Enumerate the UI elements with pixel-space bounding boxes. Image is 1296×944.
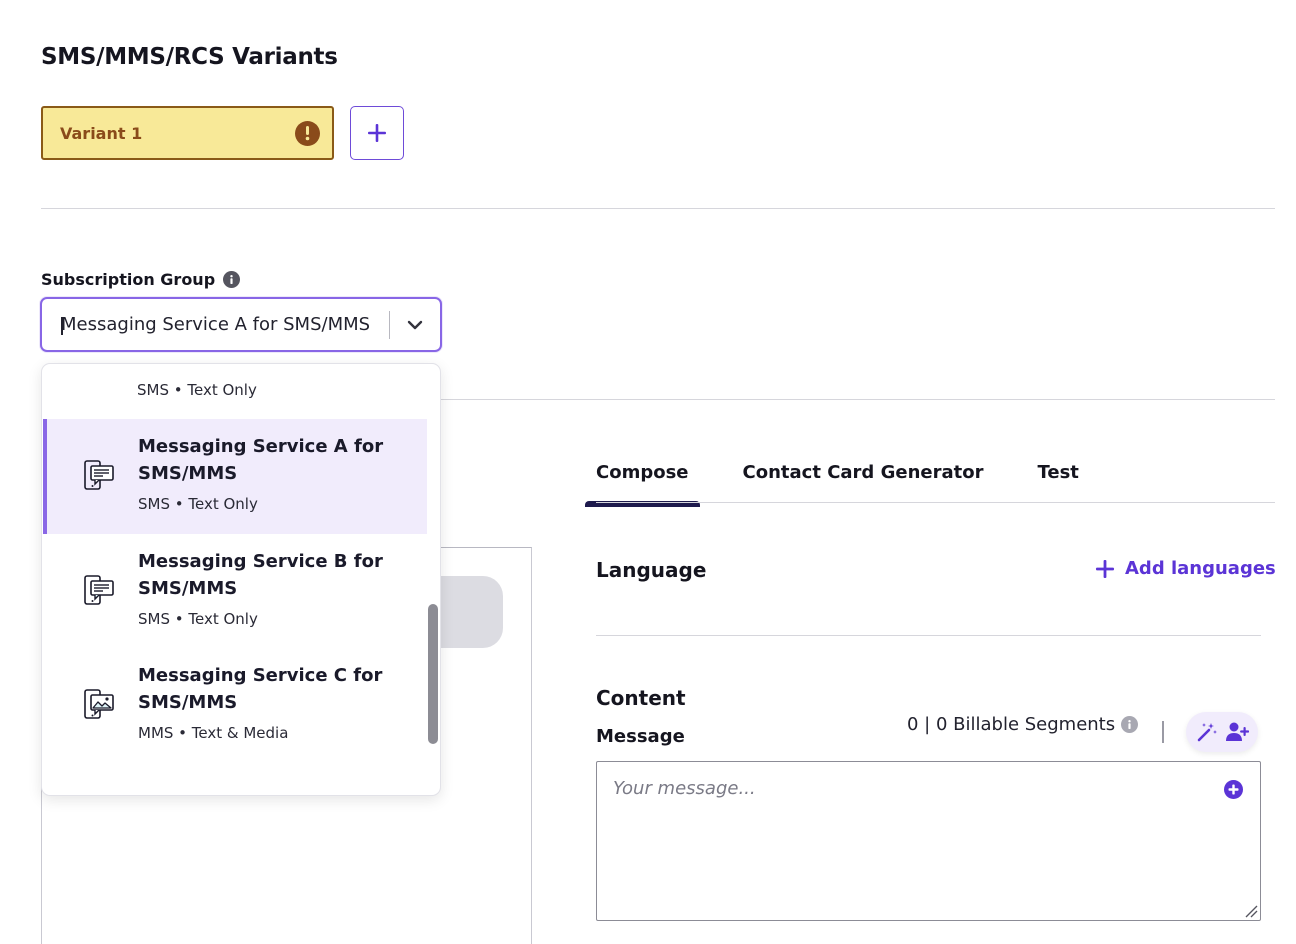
section-divider-2 (441, 399, 1275, 400)
insert-plus-icon[interactable] (1224, 780, 1243, 799)
message-editor (596, 761, 1261, 921)
subscription-group-dropdown: SMS • Text Only Messaging Service A for … (41, 363, 441, 796)
text-caret (61, 317, 63, 335)
message-label: Message (596, 726, 685, 747)
tab-contact-card-generator[interactable]: Contact Card Generator (743, 462, 984, 507)
magic-wand-icon[interactable] (1196, 721, 1218, 743)
message-input[interactable] (597, 762, 1260, 920)
option-title: Messaging Service B for SMS/MMS (138, 551, 383, 599)
subscription-group-value[interactable]: Messaging Service A for SMS/MMS (42, 314, 389, 335)
add-user-icon[interactable] (1225, 721, 1249, 743)
compose-tabs: Compose Contact Card Generator Test (585, 462, 1079, 507)
plus-icon (1096, 559, 1114, 578)
resize-handle-icon[interactable] (1244, 904, 1258, 918)
variant-tab-label: Variant 1 (60, 123, 143, 143)
language-heading: Language (596, 558, 707, 582)
add-variant-button[interactable] (350, 106, 404, 160)
dropdown-scrollbar[interactable] (428, 604, 438, 744)
subscription-group-label-text: Subscription Group (41, 270, 216, 289)
tab-test[interactable]: Test (1037, 462, 1078, 507)
option-messaging-service-b[interactable]: Messaging Service B for SMS/MMS SMS • Te… (43, 534, 427, 649)
option-subtitle: MMS • Text & Media (138, 724, 289, 742)
plus-icon (368, 124, 386, 142)
option-messaging-service-a[interactable]: Messaging Service A for SMS/MMS SMS • Te… (43, 419, 427, 534)
page-title: SMS/MMS/RCS Variants (41, 44, 338, 70)
segments-text: 0 | 0 Billable Segments (907, 714, 1116, 735)
tabs-underline (596, 502, 1275, 503)
subscription-group-select[interactable]: Messaging Service A for SMS/MMS (40, 297, 442, 352)
sms-phone-icon (84, 575, 114, 605)
section-divider (41, 208, 1275, 209)
option-messaging-service-c[interactable]: Messaging Service C for SMS/MMS MMS • Te… (43, 648, 427, 763)
warning-icon (295, 120, 320, 146)
sms-phone-icon (84, 460, 114, 490)
subscription-group-label: Subscription Group (41, 270, 241, 289)
tab-compose[interactable]: Compose (585, 462, 699, 507)
option-title: Messaging Service A for SMS/MMS (138, 436, 384, 484)
option-subtitle: SMS • Text Only (138, 495, 258, 513)
selected-value-text: Messaging Service A for SMS/MMS (61, 314, 371, 335)
language-divider (596, 635, 1261, 636)
billable-segments: 0 | 0 Billable Segments (907, 714, 1139, 735)
info-icon[interactable] (1121, 716, 1139, 733)
add-languages-button[interactable]: Add languages (1095, 558, 1276, 579)
variant-tab-1[interactable]: Variant 1 (41, 106, 334, 160)
add-languages-label: Add languages (1125, 558, 1276, 579)
content-heading: Content (596, 686, 686, 710)
info-icon[interactable] (223, 271, 241, 288)
mms-phone-icon (84, 689, 114, 719)
toolbar-separator (1162, 721, 1164, 743)
option-title: Messaging Service C for SMS/MMS (138, 665, 383, 713)
option-subtitle: SMS • Text Only (138, 610, 258, 628)
option-subtitle-partial: SMS • Text Only (137, 381, 257, 399)
message-tools (1186, 712, 1258, 752)
chevron-down-icon[interactable] (390, 299, 440, 350)
